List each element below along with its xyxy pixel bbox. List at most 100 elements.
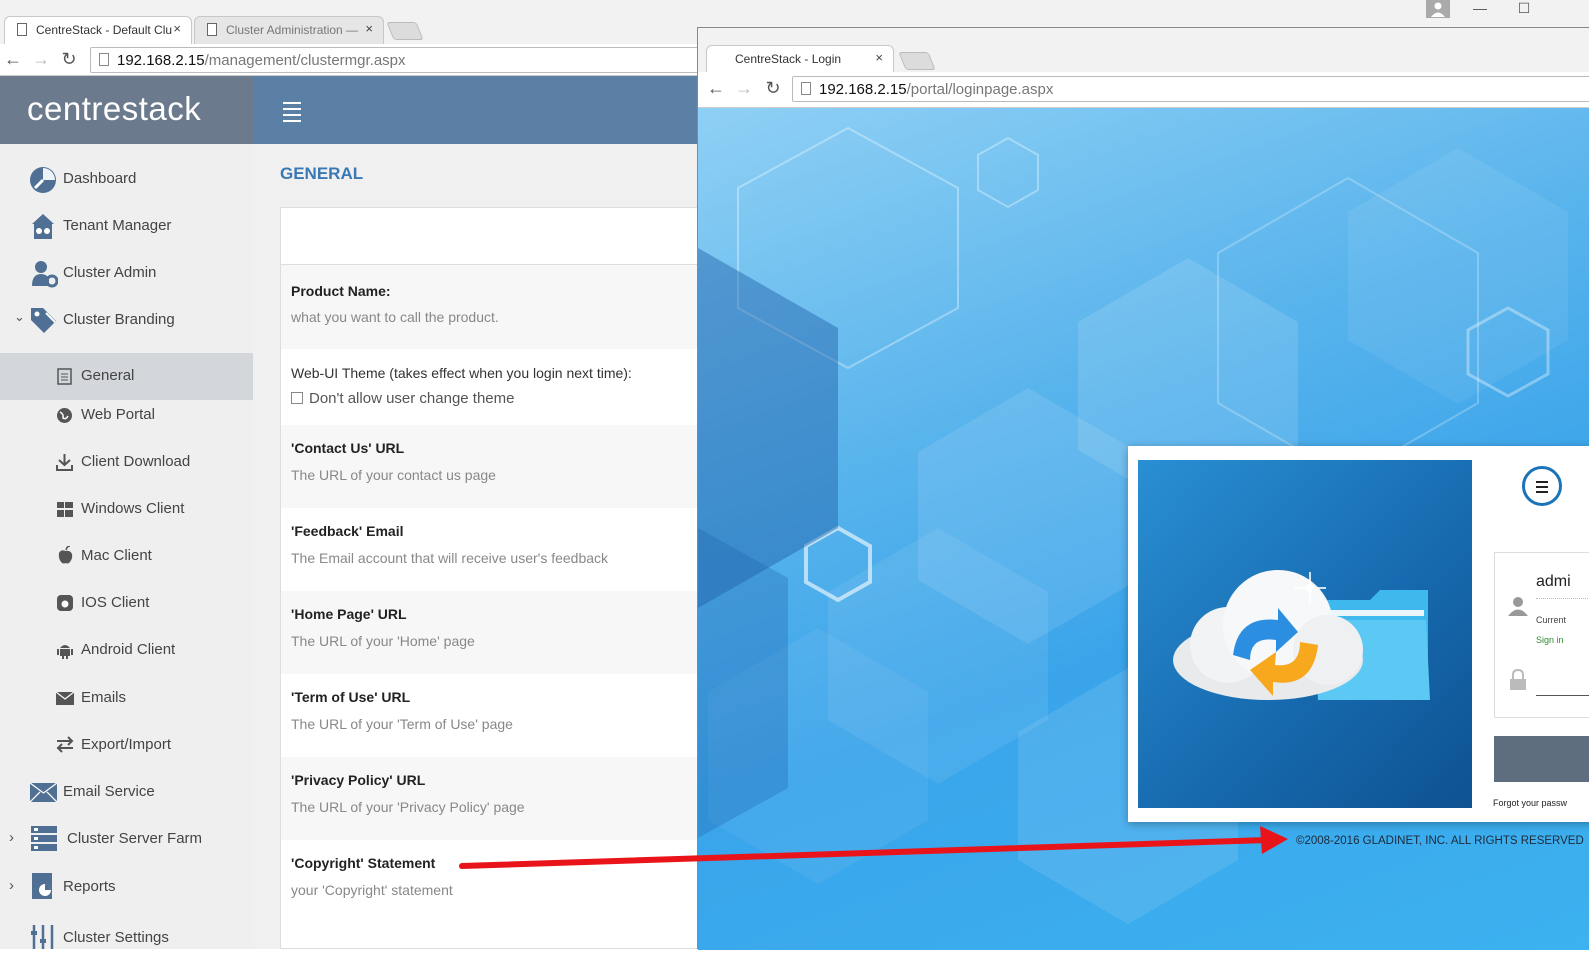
feedback-email-field: 'Feedback' Email The Email account that … — [281, 508, 701, 591]
ios-icon — [57, 595, 73, 611]
sidebar-item-android-client[interactable]: Android Client — [0, 627, 253, 673]
sidebar-item-label: Cluster Settings — [63, 929, 169, 946]
reload-icon[interactable]: ↻ — [762, 78, 784, 99]
sidebar-item-export-import[interactable]: Export/Import — [0, 722, 253, 768]
page-icon — [207, 23, 217, 36]
tab-cluster-administration[interactable]: Cluster Administration — × — [194, 16, 384, 44]
forward-arrow-icon[interactable]: → — [30, 49, 52, 70]
tab-centrestack-login[interactable]: CentreStack - Login × — [706, 45, 894, 73]
sidebar-item-emails[interactable]: Emails — [0, 675, 253, 721]
envelope-icon — [30, 783, 57, 802]
login-form: admi Current Sign in — [1494, 552, 1589, 718]
new-tab-button[interactable] — [386, 22, 424, 40]
tab-title: Cluster Administration — — [226, 23, 359, 37]
sidebar-item-label: Cluster Branding — [63, 311, 175, 328]
tab-title: CentreStack - Default Clus — [36, 23, 172, 37]
field-description: The Email account that will receive user… — [291, 550, 609, 566]
page-title: GENERAL — [280, 164, 364, 183]
back-arrow-icon[interactable]: ← — [2, 49, 24, 70]
tab-centrestack-default[interactable]: CentreStack - Default Clus × — [4, 16, 192, 44]
tab-close-icon[interactable]: × — [173, 21, 181, 36]
lock-icon — [1510, 669, 1526, 690]
report-icon — [32, 873, 52, 899]
settings-icon — [31, 925, 54, 949]
page-icon — [17, 23, 27, 36]
privacy-policy-url-field: 'Privacy Policy' URL The URL of your 'Pr… — [281, 757, 701, 840]
tab-close-icon[interactable]: × — [875, 50, 883, 65]
sidebar-item-label: Cluster Server Farm — [67, 830, 203, 847]
sign-in-link[interactable]: Sign in — [1536, 635, 1564, 645]
term-of-use-url-field: 'Term of Use' URL The URL of your 'Term … — [281, 674, 701, 757]
sidebar-item-client-download[interactable]: Client Download — [0, 439, 253, 485]
chevron-right-icon[interactable]: › — [9, 877, 14, 894]
sidebar-item-cluster-branding[interactable]: ⌄ Cluster Branding — [0, 297, 253, 343]
field-description: The URL of your 'Privacy Policy' page — [291, 799, 525, 815]
sidebar-item-label: Android Client — [81, 641, 176, 658]
url-host: 192.168.2.15 — [117, 52, 205, 69]
url-path: /management/clustermgr.aspx — [204, 52, 406, 69]
chevron-right-icon[interactable]: › — [9, 829, 14, 846]
user-gear-icon — [32, 261, 58, 288]
android-icon — [57, 645, 73, 659]
hamburger-menu-icon[interactable] — [283, 102, 301, 126]
sidebar-item-dashboard[interactable]: Dashboard — [0, 156, 253, 202]
sidebar-item-label: Reports — [63, 878, 116, 895]
username-value[interactable]: admi — [1536, 573, 1571, 591]
password-input[interactable] — [1536, 695, 1589, 696]
dont-allow-theme-checkbox[interactable] — [291, 392, 303, 404]
logo[interactable]: centrestack — [0, 76, 253, 144]
login-button[interactable] — [1494, 736, 1589, 782]
login-browser-window: CentreStack - Login × ← → ↻ 192.168.2.15… — [697, 27, 1589, 950]
tab-title: CentreStack - Login — [735, 52, 842, 66]
sidebar-item-mac-client[interactable]: Mac Client — [0, 533, 253, 579]
forward-arrow-icon[interactable]: → — [733, 78, 755, 99]
minimize-icon[interactable]: — — [1470, 0, 1490, 24]
sidebar-item-email-service[interactable]: Email Service — [0, 769, 253, 815]
sidebar-item-label: IOS Client — [81, 594, 150, 611]
field-label: 'Feedback' Email — [291, 523, 404, 539]
download-icon — [56, 454, 73, 471]
windows-icon — [57, 502, 73, 517]
reload-icon[interactable]: ↻ — [58, 49, 80, 70]
sidebar-item-label: Email Service — [63, 783, 155, 800]
tenant-icon — [32, 214, 54, 239]
profile-icon[interactable] — [1426, 0, 1450, 18]
sidebar-item-ios-client[interactable]: IOS Client — [0, 580, 253, 626]
contact-us-url-field: 'Contact Us' URL The URL of your contact… — [281, 425, 701, 508]
user-icon — [1508, 597, 1528, 616]
login-page-background: admi Current Sign in Forgot your passw ©… — [698, 108, 1589, 950]
envelope-icon — [56, 692, 74, 705]
sidebar-item-label: Export/Import — [81, 736, 172, 753]
url-text: 192.168.2.15/management/clustermgr.aspx — [117, 52, 406, 69]
browser-toolbar: ← → ↻ 192.168.2.15/portal/loginpage.aspx — [698, 72, 1589, 108]
main-content: GENERAL Product Name: what you want to c… — [253, 144, 701, 949]
sidebar-item-label: General — [81, 367, 135, 384]
sidebar-item-windows-client[interactable]: Windows Client — [0, 486, 253, 532]
address-bar[interactable]: 192.168.2.15/management/clustermgr.aspx — [90, 47, 710, 73]
divider — [1536, 598, 1589, 599]
sidebar-item-reports[interactable]: › Reports — [0, 864, 253, 910]
sidebar-item-tenant-manager[interactable]: Tenant Manager — [0, 203, 253, 249]
login-card: admi Current Sign in Forgot your passw — [1128, 446, 1589, 822]
sidebar-item-cluster-settings[interactable]: Cluster Settings — [0, 911, 253, 957]
new-tab-button[interactable] — [898, 52, 936, 70]
checkbox-label: Don't allow user change theme — [309, 390, 515, 407]
sidebar-item-web-portal[interactable]: Web Portal — [0, 392, 253, 438]
back-arrow-icon[interactable]: ← — [705, 78, 727, 99]
page-icon — [99, 53, 109, 66]
maximize-icon[interactable]: ☐ — [1514, 0, 1534, 24]
dashboard-icon — [30, 167, 56, 193]
document-icon — [57, 368, 72, 385]
cloud-sync-hero-image — [1138, 460, 1472, 808]
sidebar-item-cluster-server-farm[interactable]: › Cluster Server Farm — [0, 816, 253, 862]
chevron-down-icon[interactable]: ⌄ — [14, 309, 25, 325]
url-text: 192.168.2.15/portal/loginpage.aspx — [819, 81, 1053, 98]
logo-text: centrestack — [27, 90, 202, 127]
sidebar-item-cluster-admin[interactable]: Cluster Admin — [0, 250, 253, 296]
menu-icon[interactable] — [1522, 466, 1562, 506]
forgot-password-link[interactable]: Forgot your passw — [1493, 798, 1567, 808]
web-ui-theme-field: Web-UI Theme (takes effect when you logi… — [281, 349, 701, 425]
tab-close-icon[interactable]: × — [365, 21, 373, 36]
browser-toolbar: ← → ↻ 192.168.2.15/management/clustermgr… — [0, 44, 710, 76]
address-bar[interactable]: 192.168.2.15/portal/loginpage.aspx — [792, 76, 1589, 102]
